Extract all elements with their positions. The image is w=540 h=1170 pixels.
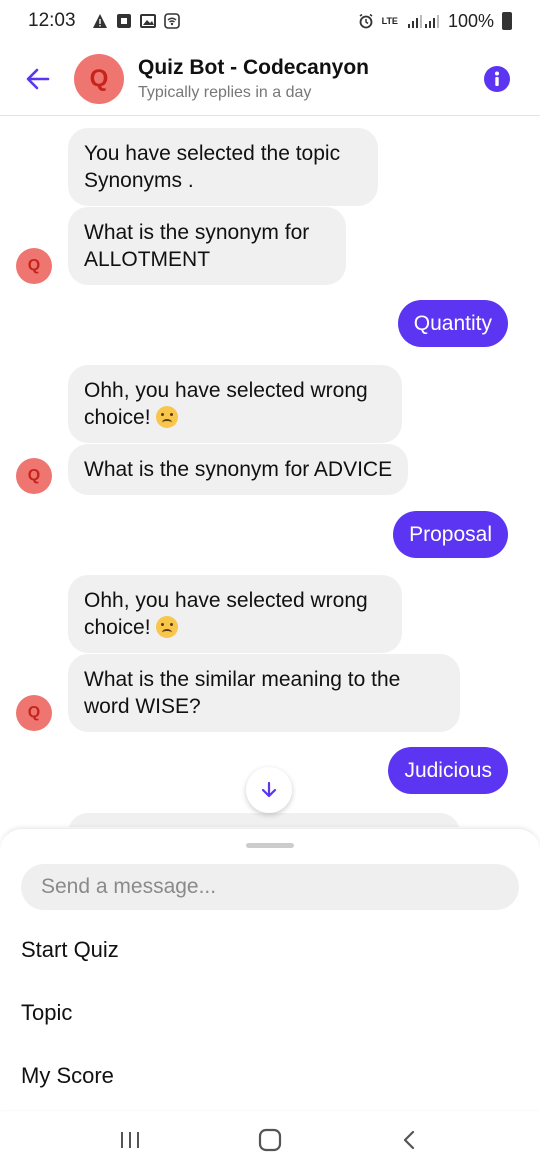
arrow-left-icon — [26, 68, 50, 89]
bot-message: Ohh, you have selected wrong choice! — [68, 575, 402, 653]
bot-avatar-small: Q — [16, 458, 52, 494]
quick-reply-start-quiz[interactable]: Start Quiz — [21, 937, 119, 963]
partial-bot-message — [68, 813, 460, 827]
bot-message: What is the synonym for ALLOTMENT — [68, 207, 346, 285]
message-input[interactable] — [21, 864, 519, 910]
image-icon — [139, 14, 156, 28]
recents-button[interactable] — [110, 1120, 150, 1160]
chat-header: Q Quiz Bot - Codecanyon Typically replie… — [0, 42, 540, 116]
alert-icon — [92, 14, 107, 28]
user-message: Proposal — [393, 511, 508, 558]
chevron-left-icon — [403, 1130, 415, 1150]
quick-reply-topic[interactable]: Topic — [21, 1000, 72, 1026]
avatar-letter: Q — [27, 467, 41, 484]
square-icon — [116, 14, 131, 28]
status-time: 12:03 — [28, 10, 76, 31]
frowning-face-icon — [156, 406, 179, 428]
avatar-letter: Q — [27, 704, 41, 721]
message-text: What is the synonym for ALLOTMENT — [84, 221, 310, 271]
avatar-letter: Q — [89, 64, 109, 92]
back-nav-button[interactable] — [390, 1120, 430, 1160]
header-titles: Quiz Bot - Codecanyon Typically replies … — [138, 56, 369, 102]
signal-icon — [407, 15, 439, 28]
message-text: What is the similar meaning to the word … — [84, 668, 401, 718]
network-type: LTE — [381, 15, 398, 26]
frowning-face-icon — [156, 616, 179, 638]
recents-icon — [121, 1132, 139, 1148]
scroll-to-bottom-button[interactable] — [246, 767, 292, 813]
bot-message: What is the synonym for ADVICE — [68, 444, 409, 495]
back-button[interactable] — [20, 61, 56, 97]
battery-percent: 100% — [447, 10, 494, 31]
message-text: Quantity — [413, 312, 492, 335]
bot-avatar-small: Q — [16, 248, 52, 284]
quick-reply-my-score[interactable]: My Score — [21, 1063, 114, 1089]
wifi-icon — [163, 13, 180, 29]
battery-icon — [502, 12, 512, 30]
message-list[interactable]: You have selected the topic Synonyms . W… — [0, 117, 540, 827]
chat-subtitle: Typically replies in a day — [138, 83, 312, 101]
message-text: Proposal — [409, 523, 492, 546]
drag-handle[interactable] — [246, 843, 294, 848]
status-bar: 12:03 LTE 100% — [0, 0, 540, 42]
chat-title: Quiz Bot - Codecanyon — [138, 55, 369, 79]
bot-avatar[interactable]: Q — [74, 53, 124, 104]
info-icon — [495, 71, 499, 86]
bot-message: What is the similar meaning to the word … — [68, 654, 460, 732]
info-button[interactable] — [484, 66, 510, 92]
alarm-icon — [359, 13, 373, 29]
message-text: You have selected the topic Synonyms . — [84, 142, 341, 192]
message-text: Ohh, you have selected wrong choice! — [84, 589, 368, 639]
bot-avatar-small: Q — [16, 695, 52, 731]
bot-message: You have selected the topic Synonyms . — [68, 128, 378, 206]
message-text: Ohh, you have selected wrong choice! — [84, 379, 368, 429]
message-text: Judicious — [404, 759, 492, 782]
composer-sheet: Start Quiz Topic My Score — [0, 828, 540, 1110]
user-message: Quantity — [397, 300, 508, 347]
arrow-down-icon — [261, 781, 277, 798]
user-message: Judicious — [388, 747, 508, 794]
bot-message: Ohh, you have selected wrong choice! — [68, 365, 402, 443]
avatar-letter: Q — [27, 257, 41, 274]
home-button[interactable] — [250, 1120, 290, 1160]
system-nav-bar — [0, 1110, 540, 1170]
home-icon — [258, 1128, 282, 1152]
message-text: What is the synonym for ADVICE — [84, 458, 393, 481]
